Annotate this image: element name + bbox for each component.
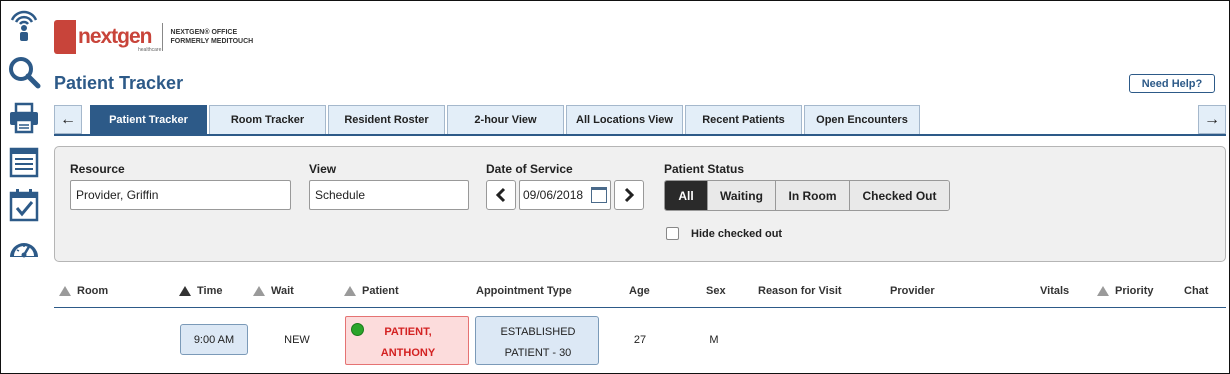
page-title: Patient Tracker	[54, 73, 184, 93]
tab-resident-roster[interactable]: Resident Roster	[328, 105, 445, 134]
column-header-chat[interactable]: Chat	[1184, 284, 1208, 298]
column-header-patient-label: Patient	[362, 285, 399, 297]
column-header-priority[interactable]: Priority	[1097, 284, 1154, 298]
sort-triangle-icon	[1097, 286, 1109, 296]
printer-icon[interactable]	[6, 100, 42, 136]
logo-subtitle: NEXTGEN® OFFICE FORMERLY MEDITOUCH	[171, 28, 254, 46]
patient-name-button[interactable]: PATIENT, ANTHONY	[345, 316, 469, 365]
chevron-left-icon	[495, 187, 506, 203]
column-header-vitals[interactable]: Vitals	[1040, 284, 1069, 298]
sort-triangle-icon	[344, 286, 356, 296]
logo-text: nextgen	[78, 25, 153, 48]
checklist-icon[interactable]	[6, 187, 42, 223]
appointment-type-line2: PATIENT - 30	[504, 347, 572, 359]
status-in-room-button[interactable]: In Room	[775, 181, 849, 210]
sort-triangle-icon	[179, 286, 191, 296]
hide-checked-out-row: Hide checked out	[666, 227, 782, 240]
column-header-patient[interactable]: Patient	[344, 284, 399, 298]
sort-triangle-icon	[253, 286, 265, 296]
logo-wordmark: nextgen healthcare	[78, 25, 161, 53]
date-input[interactable]: 09/06/2018	[519, 180, 611, 210]
tab-recent-patients[interactable]: Recent Patients	[685, 105, 802, 134]
column-header-appointment-type[interactable]: Appointment Type	[476, 284, 572, 298]
date-value: 09/06/2018	[523, 188, 584, 202]
patient-sex: M	[709, 334, 719, 346]
sort-triangle-icon	[59, 286, 71, 296]
tab-room-tracker[interactable]: Room Tracker	[209, 105, 326, 134]
date-of-service-label: Date of Service	[486, 162, 573, 176]
signal-person-icon[interactable]	[6, 6, 42, 42]
list-icon[interactable]	[6, 144, 42, 180]
appointment-time-button[interactable]: 9:00 AM	[180, 324, 248, 355]
view-input[interactable]: Schedule	[309, 180, 469, 210]
tab-open-encounters[interactable]: Open Encounters	[804, 105, 920, 134]
arrow-left-icon: ←	[60, 110, 76, 128]
search-icon[interactable]	[6, 55, 42, 91]
resource-value: Provider, Griffin	[76, 188, 159, 202]
appointment-type-badge[interactable]: ESTABLISHED PATIENT - 30	[475, 316, 599, 365]
tab-underline	[54, 134, 1226, 136]
logo-subtitle-line2: FORMERLY MEDITOUCH	[170, 38, 254, 45]
column-header-time[interactable]: Time	[179, 284, 222, 298]
column-header-provider[interactable]: Provider	[890, 284, 935, 298]
column-header-reason-for-visit[interactable]: Reason for Visit	[758, 284, 842, 298]
resource-input[interactable]: Provider, Griffin	[70, 180, 291, 210]
view-label: View	[309, 162, 337, 176]
tab-patient-tracker[interactable]: Patient Tracker	[90, 105, 207, 134]
need-help-button[interactable]: Need Help?	[1129, 74, 1215, 93]
tabs-scroll-left-button[interactable]: ←	[54, 105, 82, 134]
filter-panel: Resource Provider, Griffin View Schedule…	[54, 146, 1226, 262]
tab-2-hour-view[interactable]: 2-hour View	[447, 105, 564, 134]
appointment-type-line1: ESTABLISHED	[500, 326, 576, 338]
column-header-age[interactable]: Age	[629, 284, 650, 298]
next-date-button[interactable]	[614, 180, 644, 210]
arrow-right-icon: →	[1204, 110, 1220, 128]
column-header-wait-label: Wait	[271, 285, 294, 297]
patient-status-segmented-control: All Waiting In Room Checked Out	[664, 180, 950, 211]
patient-status-label: Patient Status	[664, 162, 745, 176]
logo-small-text: healthcare	[138, 47, 162, 53]
status-checked-out-button[interactable]: Checked Out	[849, 181, 949, 210]
patient-age: 27	[633, 334, 647, 346]
previous-date-button[interactable]	[486, 180, 516, 210]
patient-last-name: PATIENT,	[384, 326, 432, 338]
chevron-right-icon	[624, 187, 635, 203]
logo-divider	[161, 23, 163, 51]
column-header-sex[interactable]: Sex	[706, 284, 726, 298]
column-header-wait[interactable]: Wait	[253, 284, 294, 298]
hide-checked-out-label: Hide checked out	[691, 227, 783, 240]
tab-bar: ← Patient Tracker Room Tracker Resident …	[54, 104, 1226, 136]
status-waiting-button[interactable]: Waiting	[707, 181, 775, 210]
column-header-priority-label: Priority	[1115, 285, 1154, 297]
calendar-icon[interactable]	[591, 187, 607, 203]
column-header-room-label: Room	[77, 285, 109, 297]
status-all-button[interactable]: All	[665, 181, 707, 210]
dashboard-gauge-icon[interactable]	[6, 230, 42, 266]
view-value: Schedule	[315, 188, 366, 202]
column-header-time-label: Time	[197, 285, 223, 297]
patient-first-name: ANTHONY	[380, 347, 436, 359]
table-header-divider	[54, 307, 1226, 308]
hide-checked-out-checkbox[interactable]	[666, 227, 679, 240]
tab-all-locations-view[interactable]: All Locations View	[566, 105, 683, 134]
logo-badge	[54, 20, 76, 54]
wait-status: NEW	[284, 334, 310, 346]
tabs-scroll-right-button[interactable]: →	[1198, 105, 1226, 134]
nextgen-logo: nextgen healthcare NEXTGEN® OFFICE FORME…	[54, 20, 253, 54]
logo-subtitle-line1: NEXTGEN® OFFICE	[170, 29, 238, 36]
column-header-room[interactable]: Room	[59, 284, 108, 298]
resource-label: Resource	[70, 162, 125, 176]
